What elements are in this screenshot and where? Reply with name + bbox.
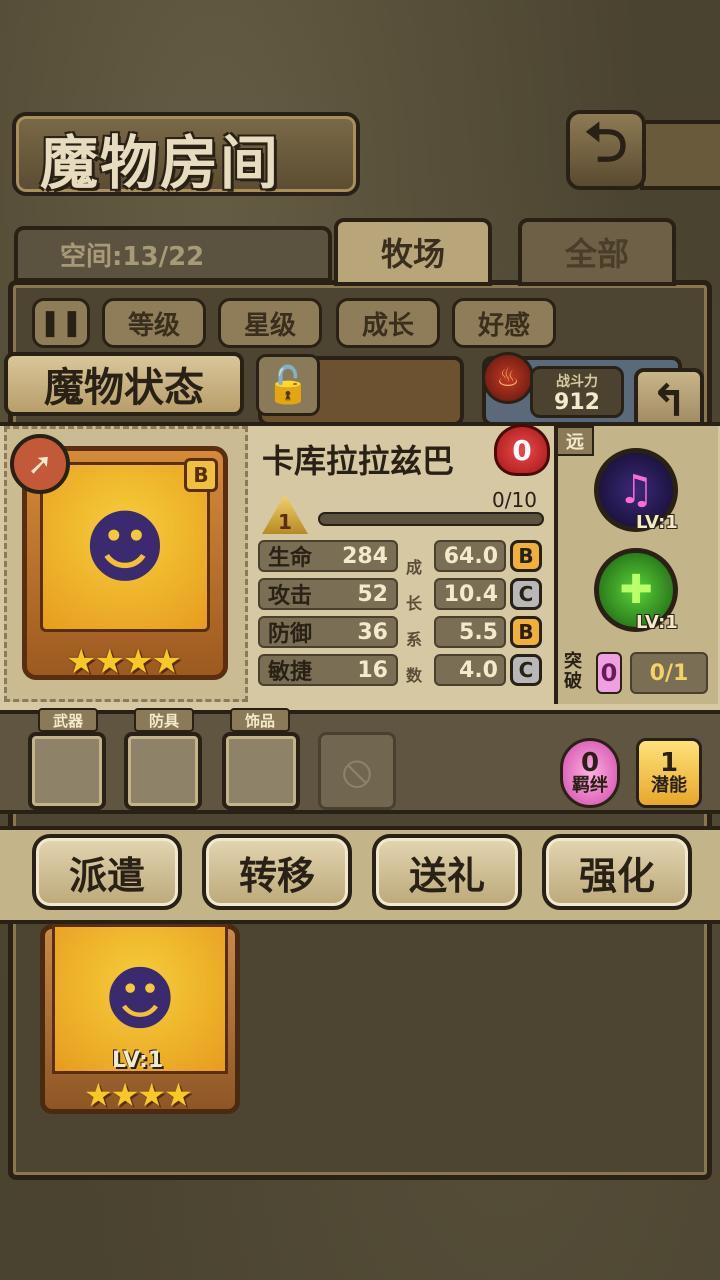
rank-badge: B bbox=[184, 458, 218, 492]
stat-row-agility: 敏捷 16 bbox=[258, 654, 398, 686]
growth-value: 5.5 bbox=[434, 616, 506, 648]
dispatch-button[interactable]: 派遣 bbox=[32, 834, 182, 910]
tab-all[interactable]: 全部 bbox=[518, 218, 676, 286]
stat-label: 攻击 bbox=[268, 584, 313, 609]
breakthrough-count: 0/1 bbox=[630, 652, 708, 694]
potential-button[interactable]: 1 潜能 bbox=[636, 738, 702, 808]
sort-growth-button[interactable]: 成长 bbox=[336, 298, 440, 348]
locked-slot: ⦸ bbox=[318, 732, 396, 810]
sort-star-button[interactable]: 星级 bbox=[218, 298, 322, 348]
sort-affection-button[interactable]: 好感 bbox=[452, 298, 556, 348]
armor-slot[interactable] bbox=[124, 732, 202, 810]
growth-grade-badge: B bbox=[510, 616, 542, 648]
growth-label-char: 长 bbox=[406, 594, 423, 613]
exp-text: 0/10 bbox=[492, 488, 537, 512]
back-button[interactable]: ⮌ bbox=[566, 110, 646, 190]
padlock-icon: 🔓 bbox=[265, 365, 311, 406]
growth-value: 10.4 bbox=[434, 578, 506, 610]
stat-value: 284 bbox=[342, 543, 388, 569]
weapon-label: 武器 bbox=[38, 708, 98, 732]
monster-card-stars: ★★★★ bbox=[84, 1076, 193, 1114]
pause-sort-icon: ❚❚ bbox=[39, 308, 83, 338]
growth-grade-badge: C bbox=[510, 578, 542, 610]
page-title: 魔物房间 bbox=[40, 129, 281, 197]
growth-value: 4.0 bbox=[434, 654, 506, 686]
breakthrough-value: 0 bbox=[596, 652, 622, 694]
green-cross-icon: ✚ bbox=[619, 567, 653, 613]
combat-power-value: 912 bbox=[554, 390, 600, 415]
exp-bar bbox=[318, 512, 544, 526]
direction-icon[interactable]: ➚ bbox=[10, 434, 70, 494]
music-note-icon: ♫ bbox=[618, 467, 654, 513]
growth-label-char: 成 bbox=[406, 558, 423, 577]
lock-button[interactable]: 🔓 bbox=[256, 354, 320, 416]
combat-power-label: 战斗力 bbox=[556, 374, 598, 390]
stat-value: 36 bbox=[357, 619, 388, 645]
bond-button[interactable]: 0 羁绊 bbox=[560, 738, 620, 808]
stat-row-hp: 生命 284 bbox=[258, 540, 398, 572]
growth-grade-badge: C bbox=[510, 654, 542, 686]
back-arrow-icon: ⮌ bbox=[584, 111, 628, 174]
transfer-button[interactable]: 转移 bbox=[202, 834, 352, 910]
breakthrough-label: 突破 bbox=[564, 651, 582, 692]
stat-label: 防御 bbox=[268, 622, 313, 647]
affection-value: 0 bbox=[512, 433, 532, 467]
star-rating: ★★★★ bbox=[66, 642, 182, 682]
growth-label-char: 数 bbox=[406, 666, 423, 685]
monster-card-level: LV:1 bbox=[112, 1048, 164, 1073]
affection-heart-icon: 0 bbox=[494, 424, 550, 476]
stat-label: 生命 bbox=[268, 546, 313, 571]
growth-value: 64.0 bbox=[434, 540, 506, 572]
monster-status-banner: 魔物状态 bbox=[4, 352, 244, 416]
bond-label: 羁绊 bbox=[572, 775, 608, 796]
stat-value: 16 bbox=[357, 657, 388, 683]
return-arrow-icon: ↰ bbox=[650, 375, 688, 427]
skill-level: LV:1 bbox=[636, 612, 678, 633]
accessory-slot[interactable] bbox=[222, 732, 300, 810]
stat-value: 52 bbox=[357, 581, 388, 607]
combat-power-box: 战斗力 912 bbox=[530, 366, 624, 418]
tab-ranch[interactable]: 牧场 bbox=[334, 218, 492, 286]
space-counter: 空间:13/22 bbox=[60, 242, 205, 272]
weapon-slot[interactable] bbox=[28, 732, 106, 810]
range-tag: 远 bbox=[556, 426, 594, 456]
sort-toggle-button[interactable]: ❚❚ bbox=[32, 298, 90, 348]
growth-grade-badge: B bbox=[510, 540, 542, 572]
prohibited-icon: ⦸ bbox=[342, 743, 372, 797]
potential-value: 1 bbox=[659, 748, 679, 778]
growth-label-char: 系 bbox=[406, 630, 423, 649]
gift-button[interactable]: 送礼 bbox=[372, 834, 522, 910]
armor-label: 防具 bbox=[134, 708, 194, 732]
level-value: 1 bbox=[278, 510, 292, 534]
stat-label: 敏捷 bbox=[268, 660, 313, 685]
accessory-label: 饰品 bbox=[230, 708, 290, 732]
fire-element-icon: ♨ bbox=[482, 352, 534, 404]
monster-name: 卡库拉拉兹巴 bbox=[262, 442, 455, 480]
stat-row-defense: 防御 36 bbox=[258, 616, 398, 648]
enhance-button[interactable]: 强化 bbox=[542, 834, 692, 910]
skill-level: LV:1 bbox=[636, 512, 678, 533]
stat-row-attack: 攻击 52 bbox=[258, 578, 398, 610]
sort-level-button[interactable]: 等级 bbox=[102, 298, 206, 348]
potential-label: 潜能 bbox=[651, 775, 687, 796]
back-button-rail bbox=[640, 120, 720, 190]
bond-value: 0 bbox=[580, 748, 600, 778]
